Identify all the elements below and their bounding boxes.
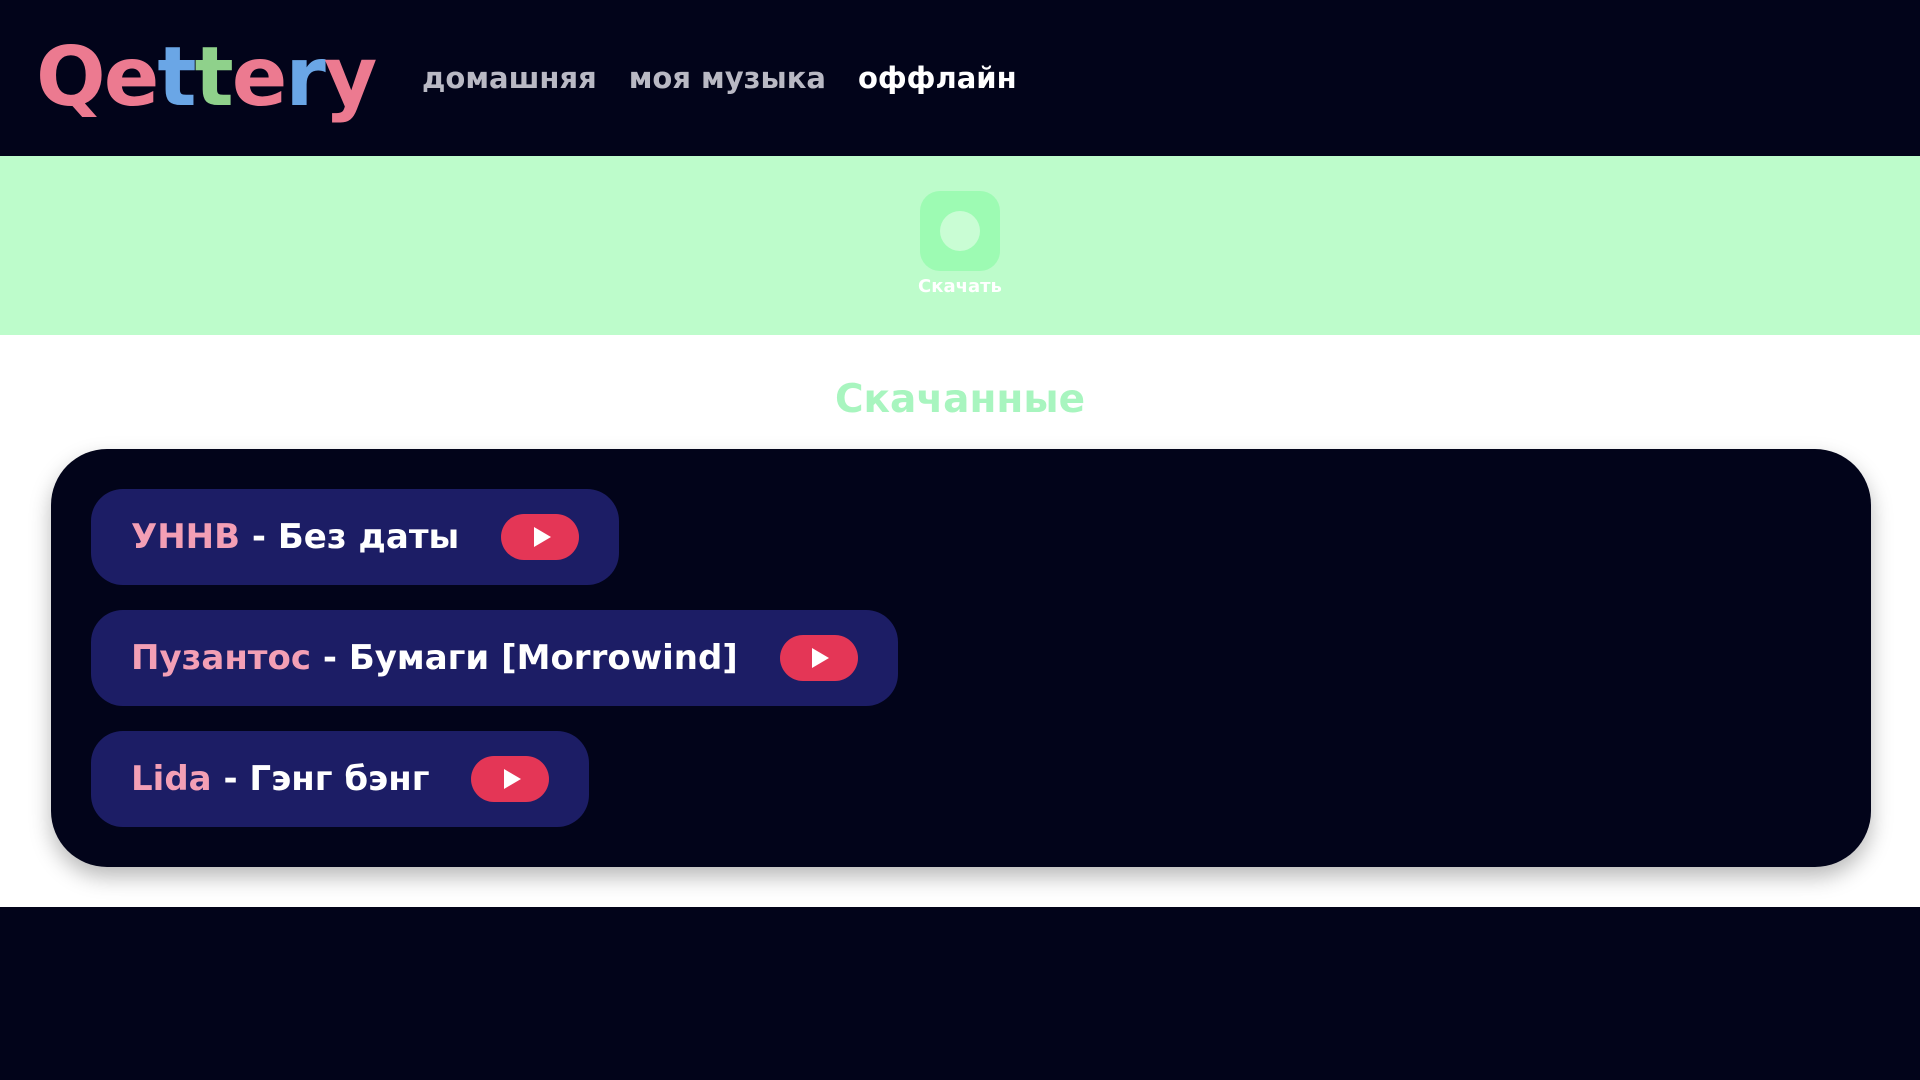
play-icon [503,769,521,789]
track-separator: - [211,759,250,799]
track-separator: - [311,638,349,678]
play-button[interactable] [779,635,858,681]
download-button[interactable] [920,191,1000,271]
track-artist: УННВ [131,517,241,557]
track-item[interactable]: Пузантос - Бумаги [Morrowind] [91,610,898,706]
track-title: Без даты [277,517,460,557]
circle-download-icon [940,211,980,251]
download-label: Скачать [918,276,1002,297]
track-title: Гэнг бэнг [249,759,430,799]
track-artist: Пузантос [131,638,312,678]
track-title: Бумаги [Morrowind] [348,638,738,678]
play-icon [533,527,551,547]
play-icon [812,648,830,668]
app-logo[interactable]: Qettery [36,28,377,128]
play-button[interactable] [501,514,580,560]
track-artist: Lida [131,759,212,799]
section-title: Скачанные [834,377,1086,422]
nav-item-my-music[interactable]: моя музыка [629,56,826,100]
top-header: Qettery домашняя моя музыка оффлайн [0,0,1920,156]
nav-item-offline[interactable]: оффлайн [858,56,1017,100]
track-separator: - [240,517,278,557]
track-item[interactable]: Lida - Гэнг бэнг [91,731,590,827]
main-nav: домашняя моя музыка оффлайн [422,56,1017,100]
downloaded-tracks-panel: УННВ - Без даты Пузантос - Бумаги [Morro… [51,449,1871,867]
track-item[interactable]: УННВ - Без даты [91,489,620,585]
nav-item-home[interactable]: домашняя [422,56,597,100]
play-button[interactable] [471,756,550,802]
